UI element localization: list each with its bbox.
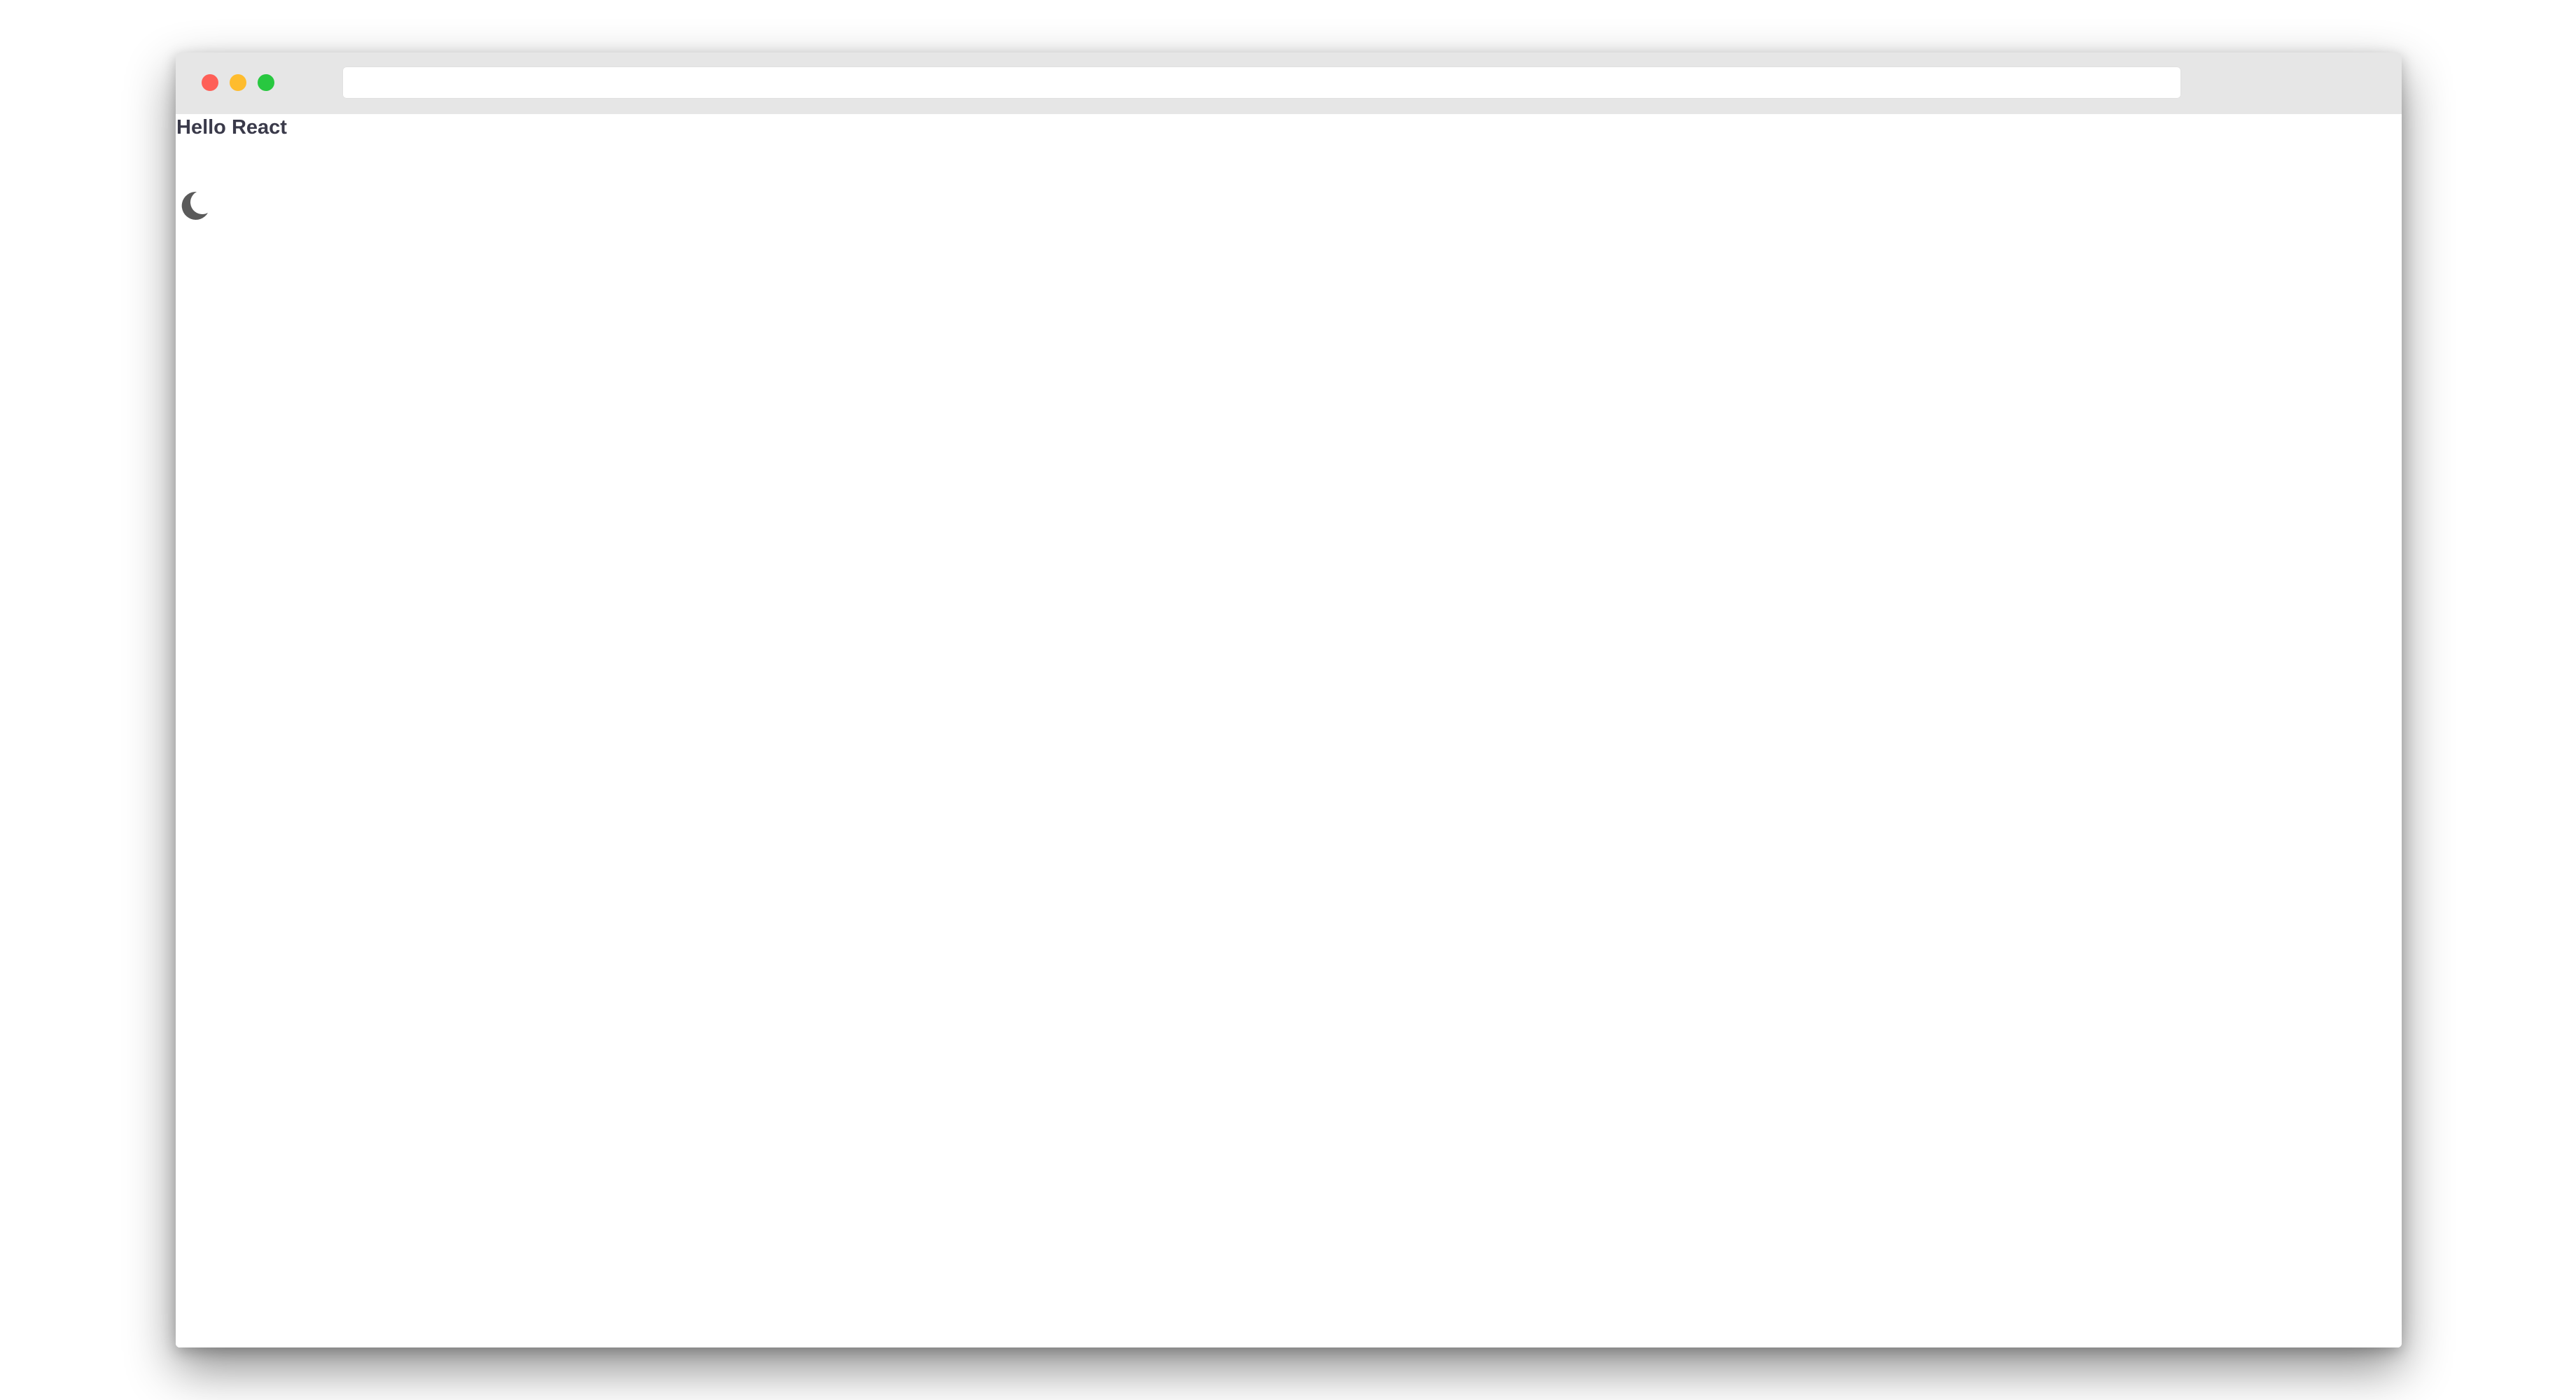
address-bar-input[interactable] [342,66,2181,99]
theme-toggle-button[interactable] [176,189,209,223]
maximize-window-button[interactable] [258,74,274,91]
close-window-button[interactable] [202,74,218,91]
title-bar [176,52,2402,114]
moon-icon [181,191,208,220]
page-heading: Hello React [176,116,287,139]
minimize-window-button[interactable] [230,74,246,91]
browser-window: Hello React [176,52,2402,1348]
page-content: Hello React [176,114,2402,1348]
moon-icon-shape [181,191,208,220]
